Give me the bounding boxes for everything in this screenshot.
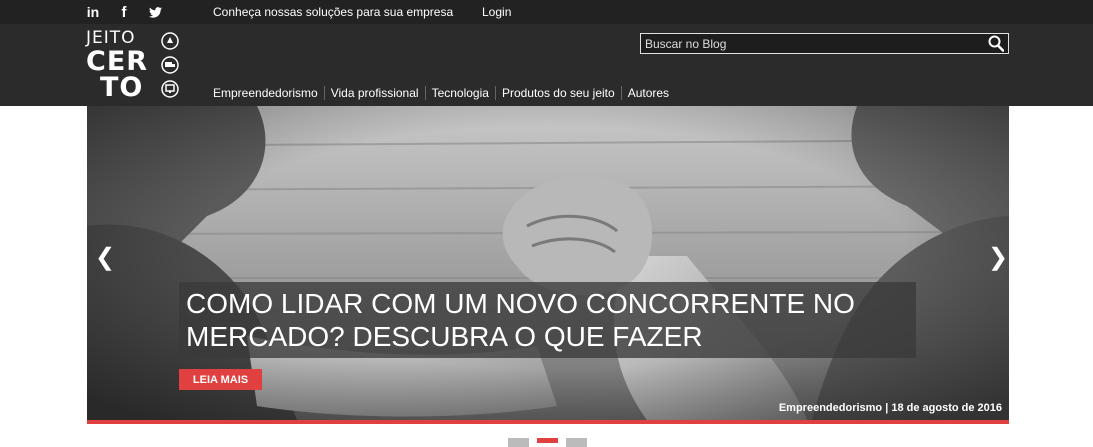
carousel-dot-1[interactable] (508, 438, 529, 447)
carousel-dot-2[interactable] (537, 438, 558, 443)
twitter-icon[interactable] (148, 0, 163, 24)
search-input[interactable] (645, 34, 985, 53)
nav-item-tecnologia[interactable]: Tecnologia (432, 86, 489, 100)
next-slide-button[interactable]: ❯ (988, 246, 1008, 270)
carousel-dot-3[interactable] (566, 438, 587, 447)
slide-title[interactable]: COMO LIDAR COM UM NOVO CONCORRENTE NO ME… (186, 287, 886, 353)
nav-item-autores[interactable]: Autores (628, 86, 669, 100)
search-box (640, 33, 1009, 54)
truck-badge-icon (161, 56, 179, 74)
solutions-link[interactable]: Conheça nossas soluções para sua empresa (213, 5, 453, 19)
linkedin-icon[interactable]: in (84, 0, 102, 24)
read-more-button[interactable]: LEIA MAIS (179, 369, 262, 390)
hero-accent-strip (87, 420, 1009, 424)
nav-divider (620, 86, 622, 100)
nav-item-vida-profissional[interactable]: Vida profissional (331, 86, 419, 100)
nav-divider (323, 86, 325, 100)
carousel-indicators (508, 438, 587, 447)
nav-divider (494, 86, 496, 100)
monitor-badge-icon (161, 80, 179, 98)
prev-slide-button[interactable]: ❮ (95, 246, 115, 270)
logo-word-1: JEITO (86, 28, 136, 48)
facebook-icon[interactable]: f (118, 0, 130, 24)
search-icon[interactable] (988, 35, 1005, 52)
login-link[interactable]: Login (482, 5, 511, 19)
slide-caption: COMO LIDAR COM UM NOVO CONCORRENTE NO ME… (179, 282, 916, 358)
nav-item-empreendedorismo[interactable]: Empreendedorismo (213, 86, 318, 100)
main-nav: Empreendedorismo Vida profissional Tecno… (213, 86, 669, 100)
logo-word-3: TO (100, 72, 144, 103)
nav-item-produtos[interactable]: Produtos do seu jeito (502, 86, 615, 100)
nav-divider (424, 86, 426, 100)
slide-meta: Empreendedorismo | 18 de agosto de 2016 (778, 402, 1002, 414)
twitter-bird-glyph (149, 6, 162, 18)
logo-word-2: CER (86, 46, 149, 77)
logo[interactable]: JEITO CER TO (86, 30, 186, 102)
top-bar: in f Conheça nossas soluções para sua em… (0, 0, 1093, 24)
bell-badge-icon (161, 32, 179, 50)
